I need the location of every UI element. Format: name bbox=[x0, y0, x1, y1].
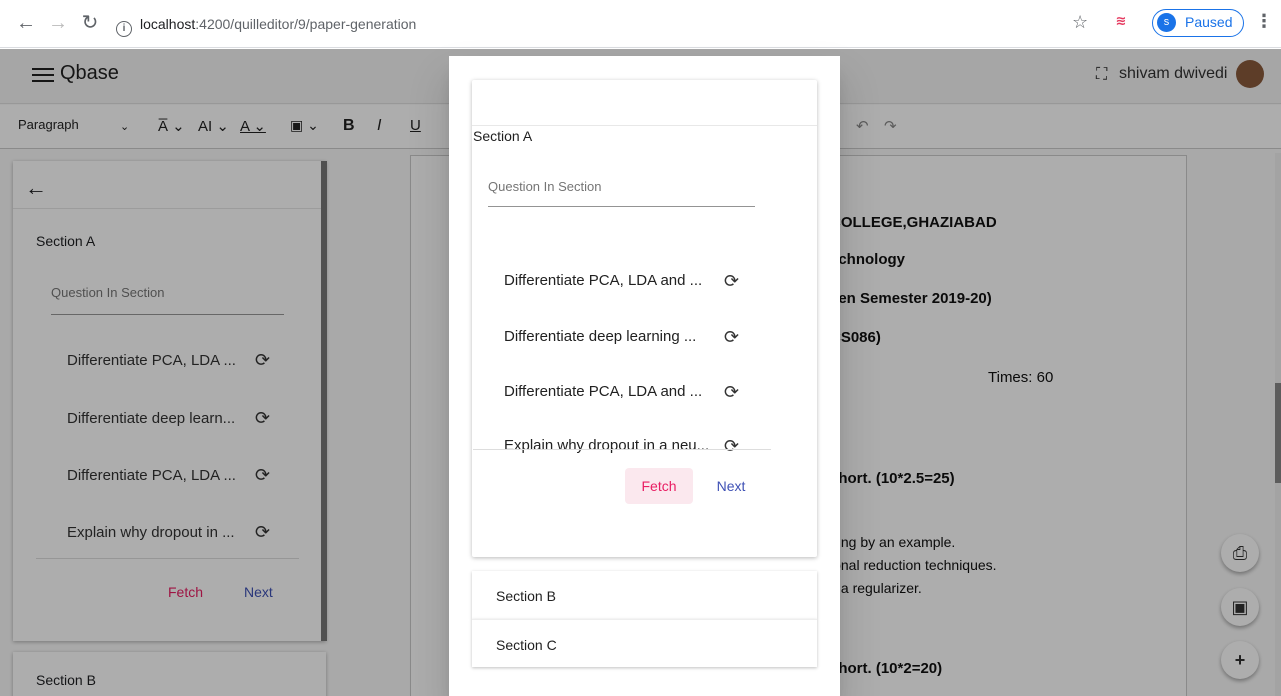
reload-icon[interactable]: ↻ bbox=[78, 11, 102, 35]
browser-toolbar: ← → ↻ i localhost:4200/quilleditor/9/pape… bbox=[0, 0, 1281, 48]
forward-arrow-icon[interactable]: → bbox=[46, 11, 70, 35]
profile-paused-button[interactable]: s Paused bbox=[1152, 9, 1244, 37]
site-info-icon[interactable]: i bbox=[116, 21, 132, 37]
url-path: :4200/quilleditor/9/paper-generation bbox=[195, 16, 417, 32]
section-b-panel[interactable]: Section B bbox=[472, 571, 817, 619]
section-c-panel[interactable]: Section C bbox=[472, 619, 817, 667]
refresh-icon[interactable]: ⟳ bbox=[724, 271, 739, 292]
paper-generation-dialog: Section A Question In Section Differenti… bbox=[449, 56, 840, 696]
refresh-icon[interactable]: ⟳ bbox=[724, 436, 739, 457]
question-item: Differentiate deep learning ... bbox=[504, 328, 697, 345]
question-in-section-input[interactable]: Question In Section bbox=[488, 179, 755, 207]
section-c-title: Section C bbox=[496, 637, 557, 653]
paused-label: Paused bbox=[1185, 14, 1233, 30]
panel-header bbox=[472, 80, 817, 126]
bookmark-star-icon[interactable]: ☆ bbox=[1072, 12, 1088, 33]
profile-avatar: s bbox=[1157, 13, 1176, 32]
question-item: Differentiate PCA, LDA and ... bbox=[504, 272, 703, 289]
back-arrow-icon[interactable]: ← bbox=[14, 11, 38, 35]
extension-icon[interactable]: ≋ bbox=[1112, 13, 1130, 31]
section-a-title[interactable]: Section A bbox=[473, 128, 532, 144]
refresh-icon[interactable]: ⟳ bbox=[724, 382, 739, 403]
question-item: Differentiate PCA, LDA and ... bbox=[504, 383, 703, 400]
section-b-title: Section B bbox=[496, 588, 556, 604]
address-bar[interactable]: i localhost:4200/quilleditor/9/paper-gene… bbox=[116, 9, 1076, 39]
refresh-icon[interactable]: ⟳ bbox=[724, 327, 739, 348]
question-item: Explain why dropout in a neu... bbox=[504, 437, 710, 454]
next-button[interactable]: Next bbox=[707, 468, 755, 504]
fetch-button[interactable]: Fetch bbox=[625, 468, 693, 504]
url-host: localhost bbox=[140, 16, 196, 32]
divider bbox=[473, 449, 771, 450]
browser-menu-icon[interactable]: ⋮ bbox=[1255, 11, 1273, 32]
